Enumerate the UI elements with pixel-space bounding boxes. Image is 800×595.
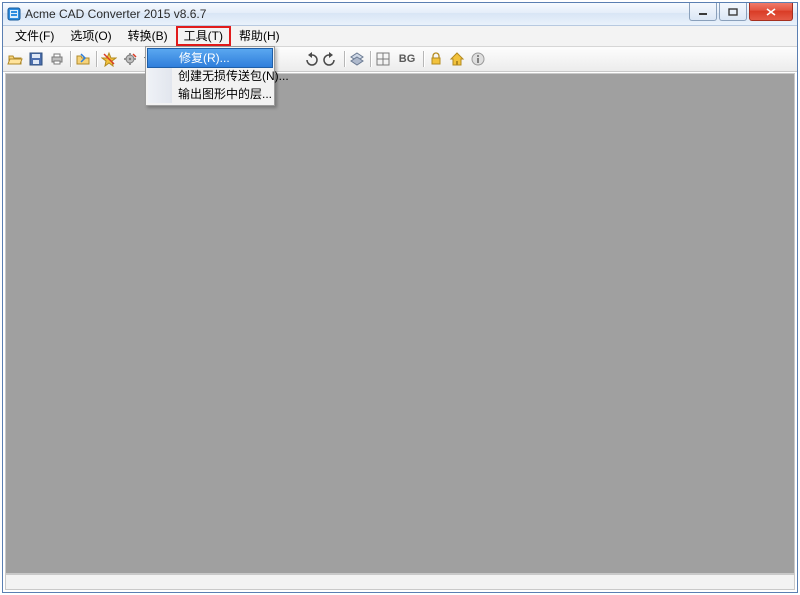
layers-icon [349,51,365,67]
dropdown-item-label: 创建无损传送包(N)... [178,69,289,83]
bg-label: BG [399,53,416,65]
batch-button[interactable] [73,49,93,69]
minimize-button[interactable] [689,3,717,21]
toolbar-separator [368,49,372,69]
menu-options[interactable]: 选项(O) [62,26,119,46]
mdi-workspace[interactable] [5,73,795,574]
toolbar-separator [342,49,346,69]
rotate-right-icon [323,51,339,67]
convert-gear-icon [122,51,138,67]
print-button[interactable] [47,49,67,69]
maximize-icon [728,8,738,16]
window-controls [687,3,797,21]
home-icon [449,51,465,67]
grid-button[interactable] [373,49,393,69]
menu-file[interactable]: 文件(F) [7,26,62,46]
toolbar: BG [3,47,797,72]
maximize-button[interactable] [719,3,747,21]
minimize-icon [698,8,708,16]
toolbar-separator [68,49,72,69]
statusbar [5,574,795,590]
app-icon [7,7,21,21]
menu-convert[interactable]: 转换(B) [120,26,176,46]
dropdown-item-label: 修复(R)... [179,51,230,65]
titlebar[interactable]: Acme CAD Converter 2015 v8.6.7 [3,3,797,26]
save-button[interactable] [26,49,46,69]
convert-star-icon [101,51,117,67]
menu-tools[interactable]: 工具(T) [176,26,231,46]
menu-help[interactable]: 帮助(H) [231,26,288,46]
info-icon [470,51,486,67]
dropdown-item-label: 输出图形中的层... [178,87,272,101]
rotate-right-button[interactable] [321,49,341,69]
menubar: 文件(F) 选项(O) 转换(B) 工具(T) 帮助(H) [3,26,797,47]
rotate-left-button[interactable] [300,49,320,69]
layers-button[interactable] [347,49,367,69]
lock-button[interactable] [426,49,446,69]
save-icon [28,51,44,67]
print-icon [49,51,65,67]
client-area [3,72,797,592]
close-icon [765,7,777,17]
info-button[interactable] [468,49,488,69]
dropdown-item-repair[interactable]: 修复(R)... [147,48,273,68]
window-title: Acme CAD Converter 2015 v8.6.7 [25,7,206,21]
dropdown-item-etransmit[interactable]: 创建无损传送包(N)... [148,67,272,85]
home-button[interactable] [447,49,467,69]
bg-button[interactable]: BG [394,49,420,69]
tools-dropdown: 修复(R)... 创建无损传送包(N)... 输出图形中的层... [145,46,275,106]
close-button[interactable] [749,3,793,21]
convert-button-1[interactable] [99,49,119,69]
dropdown-item-export-layers[interactable]: 输出图形中的层... [148,85,272,103]
app-window: Acme CAD Converter 2015 v8.6.7 文件(F) 选项(… [2,2,798,593]
toolbar-separator [421,49,425,69]
rotate-left-icon [302,51,318,67]
toolbar-separator [94,49,98,69]
batch-folder-icon [75,51,91,67]
lock-icon [428,51,444,67]
open-button[interactable] [5,49,25,69]
grid-icon [375,51,391,67]
convert-button-2[interactable] [120,49,140,69]
open-folder-icon [7,51,23,67]
